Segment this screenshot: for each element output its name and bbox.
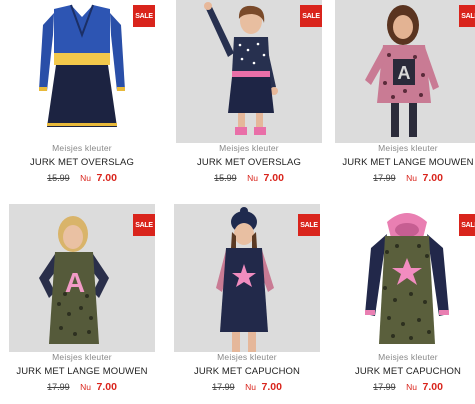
sale-price: 7.00 [422,172,443,184]
sale-badge: SALE [459,214,475,236]
product-image[interactable]: SALE [176,0,322,143]
product-card[interactable]: SALE Meisjes kleuter JURK MET CAPUCHON 1… [335,204,475,404]
product-image[interactable]: SALE [9,0,155,143]
now-label: Nu [80,173,91,183]
sale-price: 7.00 [96,381,117,393]
svg-text:A: A [65,267,85,298]
sale-price: 7.00 [261,381,282,393]
now-label: Nu [406,173,417,183]
product-image[interactable]: A SALE [335,0,475,143]
sale-price: 7.00 [263,172,284,184]
product-title[interactable]: JURK MET OVERSLAG [9,157,155,168]
old-price: 17.99 [212,382,235,392]
old-price: 17.99 [47,382,70,392]
sale-price: 7.00 [422,381,443,393]
sale-badge: SALE [133,5,155,27]
old-price: 17.99 [373,173,396,183]
old-price: 15.99 [214,173,237,183]
price-row: 15.99 Nu 7.00 [9,172,155,184]
product-title[interactable]: JURK MET CAPUCHON [335,366,475,377]
now-label: Nu [406,382,417,392]
product-card[interactable]: SALE Meisjes kleuter JURK MET OVERSLAG 1… [176,0,322,195]
product-category: Meisjes kleuter [219,143,279,153]
product-category: Meisjes kleuter [217,352,277,362]
product-card[interactable]: SALE Meisjes kleuter JURK MET OVERSLAG 1… [9,0,155,195]
price-row: 17.99 Nu 7.00 [335,172,475,184]
product-category: Meisjes kleuter [52,352,112,362]
sale-badge: SALE [298,214,320,236]
product-title[interactable]: JURK MET OVERSLAG [176,157,322,168]
product-card[interactable]: SALE Meisjes kleuter JURK MET CAPUCHON 1… [174,204,320,404]
now-label: Nu [247,173,258,183]
product-card[interactable]: A SALE Meisjes kleuter JURK MET LANGE MO… [335,0,475,195]
price-row: 15.99 Nu 7.00 [176,172,322,184]
product-title[interactable]: JURK MET LANGE MOUWEN [335,157,475,168]
product-title[interactable]: JURK MET LANGE MOUWEN [9,366,155,377]
price-row: 17.99 Nu 7.00 [174,381,320,393]
sale-badge: SALE [300,5,322,27]
now-label: Nu [80,382,91,392]
sale-badge: SALE [133,214,155,236]
now-label: Nu [245,382,256,392]
product-category: Meisjes kleuter [378,352,438,362]
old-price: 15.99 [47,173,70,183]
old-price: 17.99 [373,382,396,392]
price-row: 17.99 Nu 7.00 [335,381,475,393]
product-image[interactable]: SALE [335,204,475,352]
product-image[interactable]: SALE [174,204,320,352]
product-category: Meisjes kleuter [378,143,438,153]
product-image[interactable]: A SALE [9,204,155,352]
svg-text:A: A [398,63,411,83]
price-row: 17.99 Nu 7.00 [9,381,155,393]
sale-price: 7.00 [96,172,117,184]
product-title[interactable]: JURK MET CAPUCHON [174,366,320,377]
product-card[interactable]: A SALE Meisjes kleuter JURK MET LANGE MO… [9,204,155,404]
product-category: Meisjes kleuter [52,143,112,153]
sale-badge: SALE [459,5,475,27]
